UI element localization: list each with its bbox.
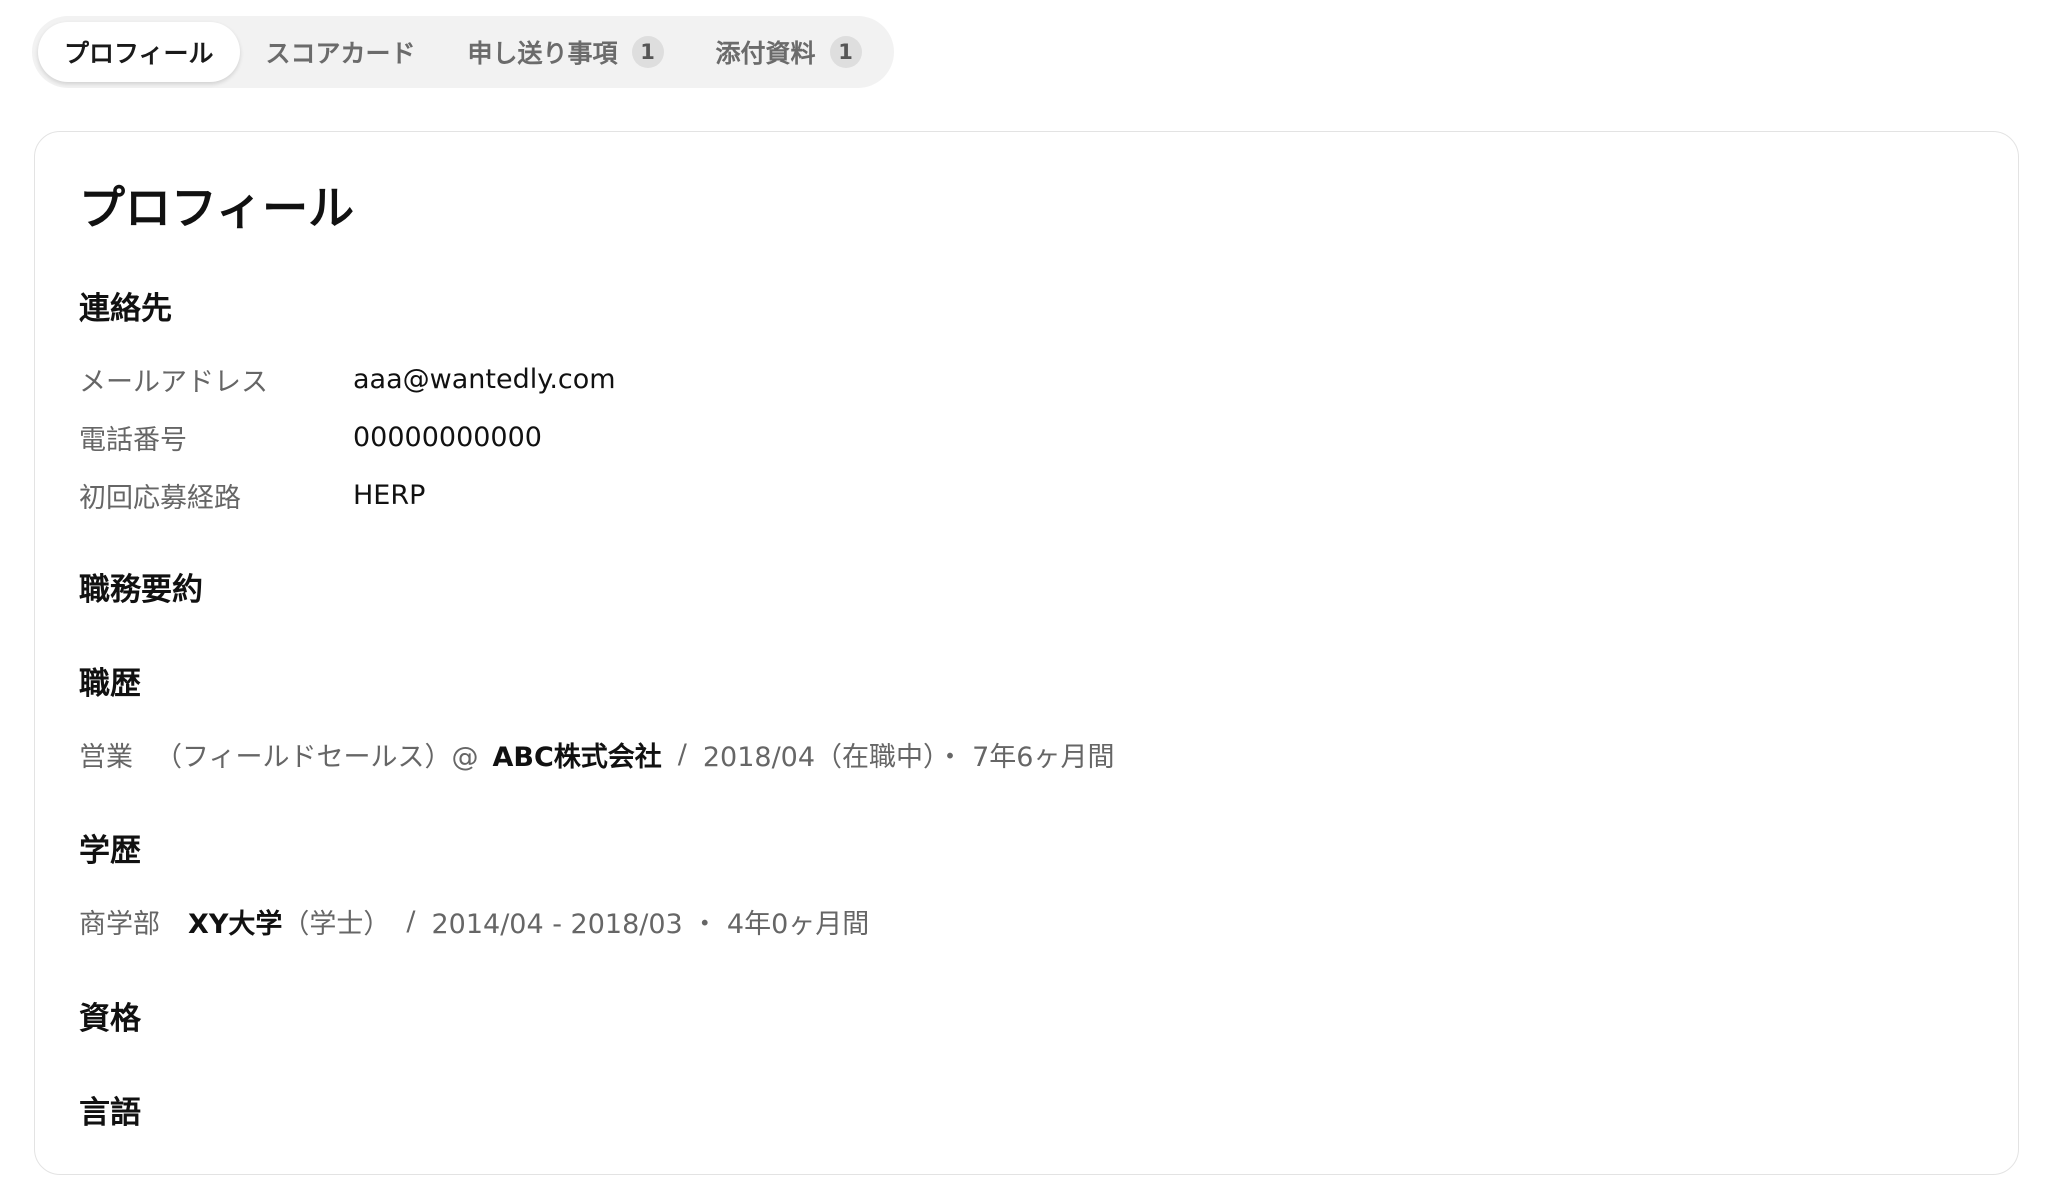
education-school: XY大学 bbox=[188, 909, 283, 940]
education-heading: 学歴 bbox=[79, 833, 141, 869]
education-period: 2014/04 - 2018/03 ・ 4年0ヶ月間 bbox=[431, 909, 870, 940]
phone-row: 電話番号 00000000000 bbox=[79, 418, 542, 457]
career-item: 営業 （フィールドセールス）@ ABC株式会社 / 2018/04（在職中）・ … bbox=[79, 735, 1114, 774]
application-route-value: HERP bbox=[353, 480, 426, 511]
profile-card: プロフィール 連絡先 メールアドレス aaa@wantedly.com 電話番号… bbox=[34, 131, 2019, 1175]
phone-label: 電話番号 bbox=[79, 425, 187, 456]
career-company: ABC株式会社 bbox=[492, 742, 662, 773]
tab-scorecard-label: スコアカード bbox=[265, 39, 416, 68]
handover-notes-count-badge: 1 bbox=[631, 36, 664, 68]
career-heading: 職歴 bbox=[79, 666, 141, 702]
qualifications-heading: 資格 bbox=[79, 1001, 141, 1037]
career-period: 2018/04（在職中）・ 7年6ヶ月間 bbox=[702, 742, 1115, 773]
tab-attachments[interactable]: 添付資料 1 bbox=[690, 22, 888, 82]
education-degree: （学士） bbox=[282, 909, 391, 940]
tab-attachments-label: 添付資料 bbox=[715, 39, 816, 68]
career-separator: / bbox=[677, 739, 687, 770]
tab-profile-label: プロフィール bbox=[64, 39, 214, 68]
tab-profile[interactable]: プロフィール bbox=[38, 22, 240, 82]
tab-handover-notes[interactable]: 申し送り事項 1 bbox=[442, 22, 690, 82]
application-route-row: 初回応募経路 HERP bbox=[79, 476, 425, 515]
application-route-label: 初回応募経路 bbox=[79, 483, 241, 514]
tab-handover-notes-label: 申し送り事項 bbox=[467, 39, 618, 68]
email-value: aaa@wantedly.com bbox=[353, 364, 616, 395]
page-title: プロフィール bbox=[79, 181, 355, 235]
tab-bar: プロフィール スコアカード 申し送り事項 1 添付資料 1 bbox=[32, 16, 894, 88]
education-faculty: 商学部 bbox=[79, 909, 160, 940]
contact-heading: 連絡先 bbox=[79, 291, 172, 327]
languages-heading: 言語 bbox=[79, 1095, 141, 1131]
job-summary-heading: 職務要約 bbox=[79, 572, 203, 608]
career-role: 営業 bbox=[79, 742, 133, 773]
page: プロフィール スコアカード 申し送り事項 1 添付資料 1 プロフィール 連絡先… bbox=[0, 0, 2052, 1190]
education-separator: / bbox=[406, 906, 416, 937]
tab-scorecard[interactable]: スコアカード bbox=[240, 22, 442, 82]
education-item: 商学部 XY大学 （学士） / 2014/04 - 2018/03 ・ 4年0ヶ… bbox=[79, 902, 869, 941]
phone-value: 00000000000 bbox=[353, 422, 542, 453]
career-role-detail: （フィールドセールス）@ bbox=[155, 742, 479, 773]
email-label: メールアドレス bbox=[79, 367, 268, 398]
attachments-count-badge: 1 bbox=[829, 36, 862, 68]
email-row: メールアドレス aaa@wantedly.com bbox=[79, 360, 616, 399]
